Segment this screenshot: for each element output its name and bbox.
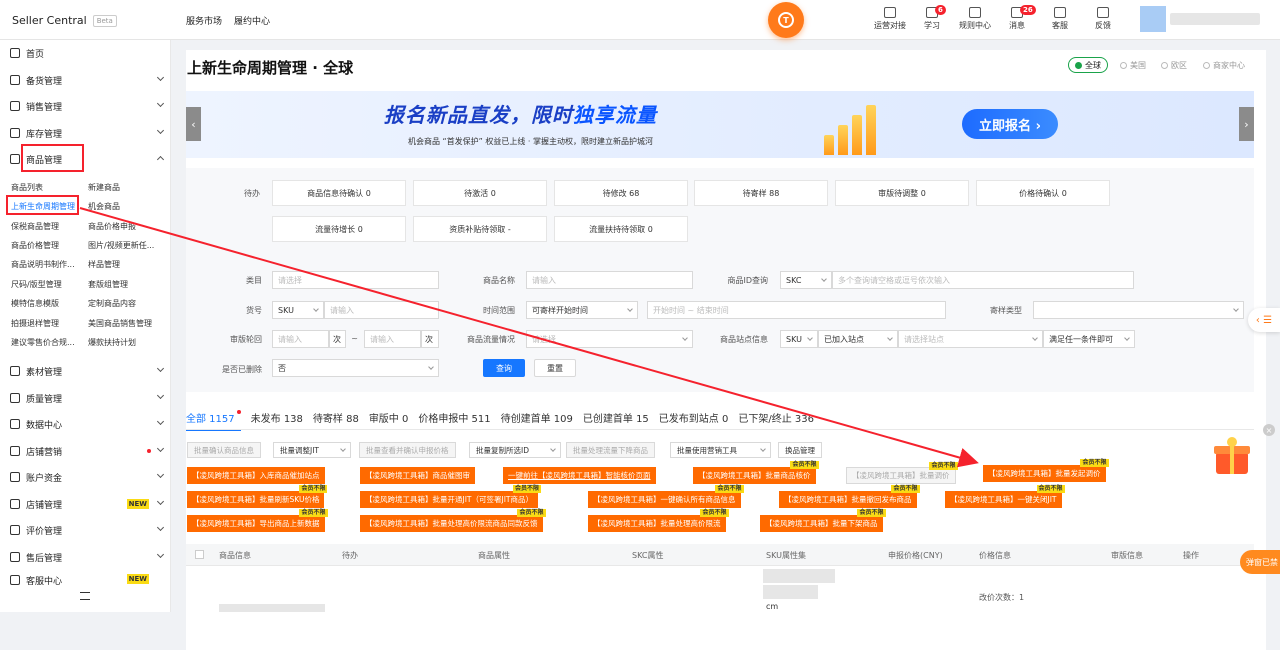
annotation-arrow [79,207,979,468]
close-icon[interactable]: × [1263,424,1275,436]
popup-disabled-button[interactable]: 弹窗已禁 [1240,550,1280,574]
gift-promo-icon[interactable] [1210,432,1254,480]
side-panel-toggle[interactable]: ‹ ☰ [1248,308,1280,332]
